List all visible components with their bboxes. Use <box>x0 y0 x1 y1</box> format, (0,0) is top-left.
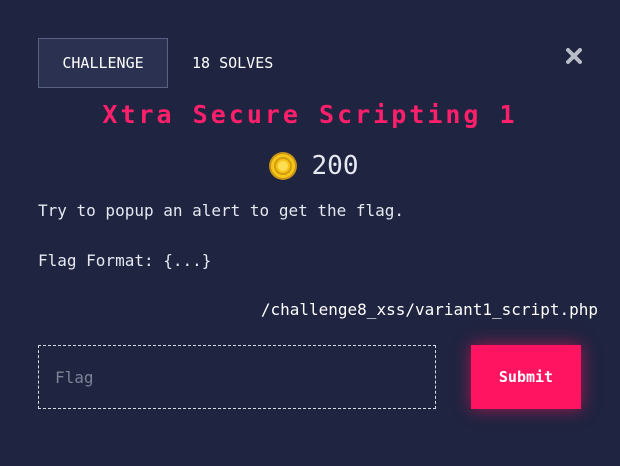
challenge-title: Xtra Secure Scripting 1 <box>102 100 518 129</box>
points-value: 200 <box>311 151 359 181</box>
challenge-description: Try to popup an alert to get the flag. <box>38 201 405 220</box>
challenge-link[interactable]: /challenge8_xss/variant1_script.php <box>261 300 598 319</box>
flag-input[interactable] <box>38 345 436 409</box>
close-button[interactable] <box>564 46 584 66</box>
tab-challenge[interactable]: CHALLENGE <box>38 38 168 88</box>
tab-solves[interactable]: 18 SOLVES <box>192 38 273 88</box>
close-x-icon <box>566 48 582 64</box>
coin-icon <box>268 151 298 181</box>
submit-button[interactable]: Submit <box>471 345 581 409</box>
flag-format: Flag Format: {...} <box>38 251 212 270</box>
points-row: 200 <box>0 148 620 184</box>
